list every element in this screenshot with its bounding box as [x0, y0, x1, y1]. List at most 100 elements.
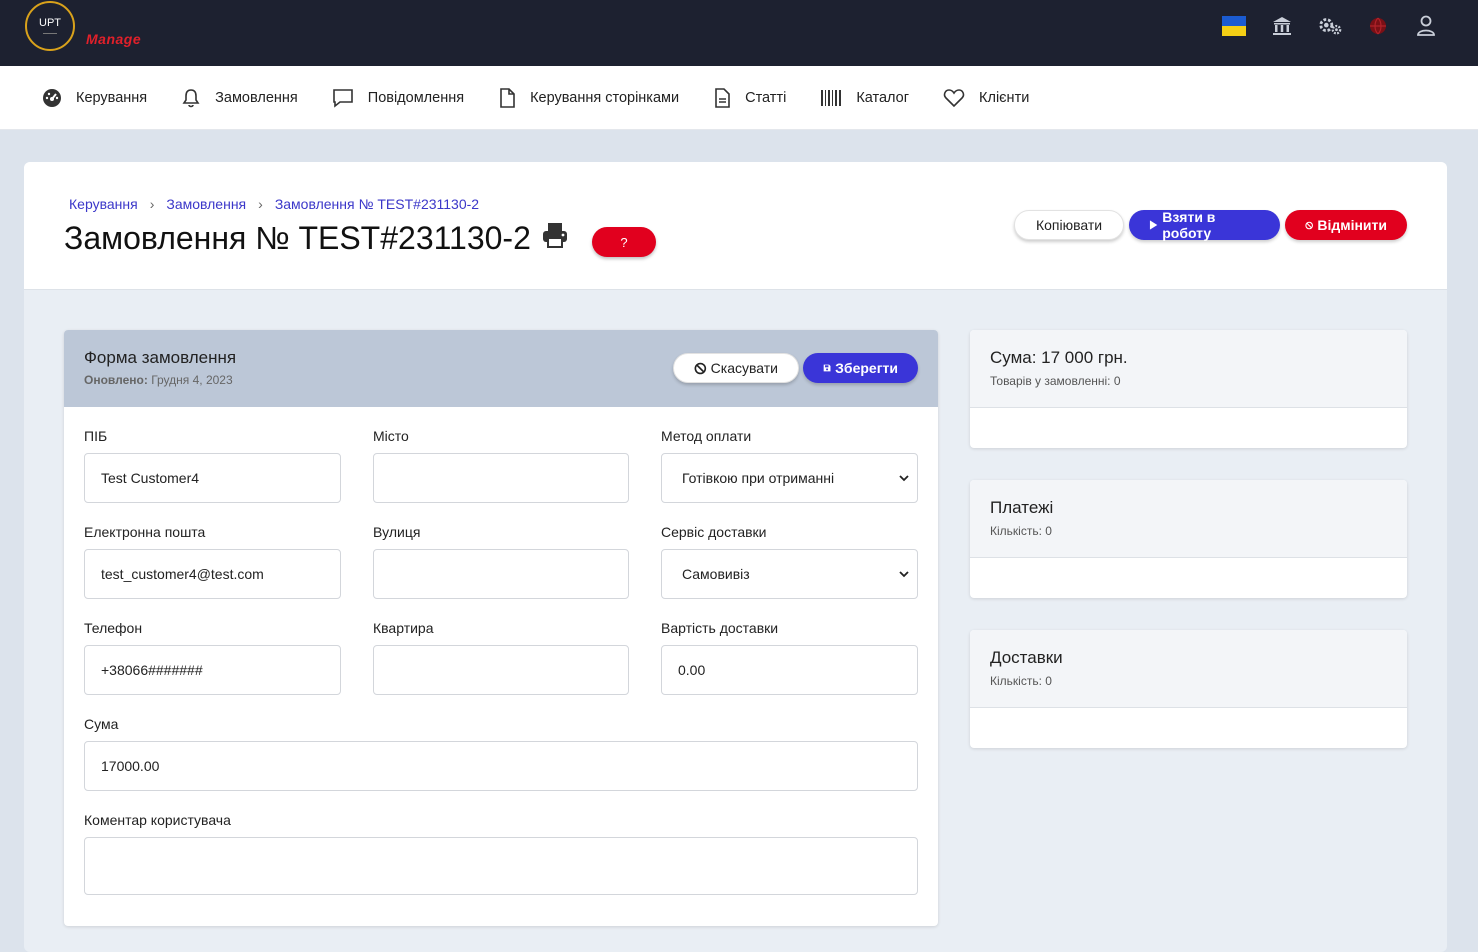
name-input[interactable]: Test Customer4 — [84, 453, 341, 503]
globe-icon[interactable] — [1366, 14, 1390, 38]
street-label: Вулиця — [373, 524, 421, 540]
order-form-header: Форма замовлення Оновлено: Грудня 4, 202… — [64, 330, 938, 407]
sum-input[interactable]: 17000.00 — [84, 741, 918, 791]
ban-icon — [1305, 221, 1313, 229]
nav-label: Повідомлення — [367, 89, 465, 106]
deliveries-card-subtitle: Кількість: 0 — [990, 674, 1052, 688]
take-to-work-button[interactable]: Взяти в роботу — [1129, 209, 1280, 241]
nav-item-orders[interactable]: Замовлення — [181, 88, 298, 108]
delivery-service-select[interactable]: Самовивіз — [661, 549, 918, 599]
cancel-order-button[interactable]: Відмінити — [1285, 210, 1407, 240]
apartment-label: Квартира — [373, 620, 434, 636]
comment-textarea[interactable] — [84, 837, 918, 895]
sum-card: Сума: 17 000 грн. Товарів у замовленні: … — [970, 330, 1407, 448]
payment-select[interactable]: Готівкою при отриманні — [661, 453, 918, 503]
ukraine-flag-icon[interactable] — [1222, 14, 1246, 38]
nav-label: Замовлення — [215, 89, 298, 106]
chevron-right-icon: › — [149, 196, 155, 212]
street-input[interactable] — [373, 549, 629, 599]
phone-value: +38066####### — [101, 662, 203, 678]
top-bar: UPT Manage — [0, 0, 1478, 66]
message-icon — [332, 88, 353, 108]
form-save-button[interactable]: Зберегти — [803, 353, 918, 383]
take-to-work-label: Взяти в роботу — [1162, 209, 1216, 241]
comment-label: Коментар користувача — [84, 812, 231, 828]
form-cancel-label: Скасувати — [710, 360, 778, 376]
nav-label: Клієнти — [979, 89, 1030, 106]
user-icon[interactable] — [1414, 14, 1438, 38]
copy-button-label: Копіювати — [1035, 217, 1103, 233]
email-input[interactable]: test_customer4@test.com — [84, 549, 341, 599]
phone-input[interactable]: +38066####### — [84, 645, 341, 695]
name-field-group: ПІБ Test Customer4 — [84, 428, 341, 503]
payments-card-title: Платежі — [990, 498, 1054, 517]
bank-icon[interactable] — [1270, 14, 1294, 38]
form-cancel-button[interactable]: Скасувати — [673, 353, 799, 383]
email-label: Електронна пошта — [84, 524, 206, 540]
order-form-card: Форма замовлення Оновлено: Грудня 4, 202… — [64, 330, 938, 926]
sum-value: 17000.00 — [101, 758, 160, 774]
nav-label: Керування сторінками — [530, 89, 680, 106]
order-form-title: Форма замовлення — [84, 348, 237, 367]
nav-label: Каталог — [856, 89, 910, 106]
help-button[interactable]: ? — [592, 227, 656, 257]
breadcrumb: Керування › Замовлення › Замовлення № TE… — [69, 196, 479, 212]
city-input[interactable] — [373, 453, 629, 503]
order-updated: Оновлено: Грудня 4, 2023 — [84, 373, 233, 387]
order-page: Керування › Замовлення › Замовлення № TE… — [24, 162, 1447, 952]
nav-item-dashboard[interactable]: Керування — [42, 88, 147, 108]
phone-label: Телефон — [84, 620, 143, 636]
nav-item-articles[interactable]: Статті — [713, 87, 787, 108]
delivery-service-value: Самовивіз — [682, 566, 750, 582]
payments-card-subtitle: Кількість: 0 — [990, 524, 1052, 538]
sum-label: Сума — [84, 716, 119, 732]
deliveries-card: Доставки Кількість: 0 — [970, 630, 1407, 748]
sum-field-group: Сума 17000.00 — [84, 716, 918, 791]
delivery-service-field-group: Сервіс доставки Самовивіз — [661, 524, 918, 599]
delivery-cost-label: Вартість доставки — [661, 620, 779, 636]
payment-field-group: Метод оплати Готівкою при отриманні — [661, 428, 918, 503]
apartment-input[interactable] — [373, 645, 629, 695]
breadcrumb-orders[interactable]: Замовлення — [166, 196, 246, 212]
updated-label: Оновлено: — [84, 373, 148, 387]
payment-label: Метод оплати — [661, 428, 752, 444]
ban-icon — [694, 362, 707, 374]
barcode-icon — [821, 89, 842, 106]
name-label: ПІБ — [84, 428, 108, 444]
city-label: Місто — [373, 428, 409, 444]
delivery-cost-input[interactable]: 0.00 — [661, 645, 918, 695]
breadcrumb-current[interactable]: Замовлення № TEST#231130-2 — [275, 196, 479, 212]
email-value: test_customer4@test.com — [101, 566, 264, 582]
copy-button[interactable]: Копіювати — [1014, 210, 1124, 240]
brand-name: Manage — [86, 31, 142, 47]
nav-item-catalog[interactable]: Каталог — [820, 89, 909, 107]
breadcrumb-dashboard[interactable]: Керування — [69, 196, 138, 212]
bell-icon — [182, 88, 200, 107]
chevron-down-icon — [899, 570, 909, 577]
delivery-cost-field-group: Вартість доставки 0.00 — [661, 620, 918, 695]
chevron-right-icon: › — [258, 196, 263, 212]
file-icon — [500, 87, 515, 108]
page-title-text: Замовлення № TEST#231130-2 — [64, 220, 531, 256]
email-field-group: Електронна пошта test_customer4@test.com — [84, 524, 341, 599]
gears-icon[interactable] — [1318, 14, 1342, 38]
payments-card: Платежі Кількість: 0 — [970, 480, 1407, 598]
delivery-cost-value: 0.00 — [678, 662, 706, 678]
nav-item-clients[interactable]: Клієнти — [943, 88, 1029, 108]
heart-icon — [943, 88, 965, 107]
sum-card-title: Сума: 17 000 грн. — [990, 348, 1128, 367]
nav-item-pages[interactable]: Керування сторінками — [498, 87, 680, 108]
document-icon — [715, 87, 730, 108]
app-logo[interactable]: UPT — [25, 1, 75, 51]
apartment-field-group: Квартира — [373, 620, 629, 695]
nav-label: Статті — [745, 89, 787, 106]
cancel-order-label: Відмінити — [1317, 217, 1387, 233]
form-save-label: Зберегти — [835, 360, 898, 376]
nav-label: Керування — [76, 89, 148, 106]
nav-item-messages[interactable]: Повідомлення — [332, 88, 464, 108]
play-icon — [1149, 220, 1158, 230]
print-icon[interactable] — [541, 220, 569, 257]
main-nav: Керування Замовлення Повідомлення Керува… — [0, 66, 1478, 130]
phone-field-group: Телефон +38066####### — [84, 620, 341, 695]
page-header: Керування › Замовлення › Замовлення № TE… — [24, 162, 1447, 290]
